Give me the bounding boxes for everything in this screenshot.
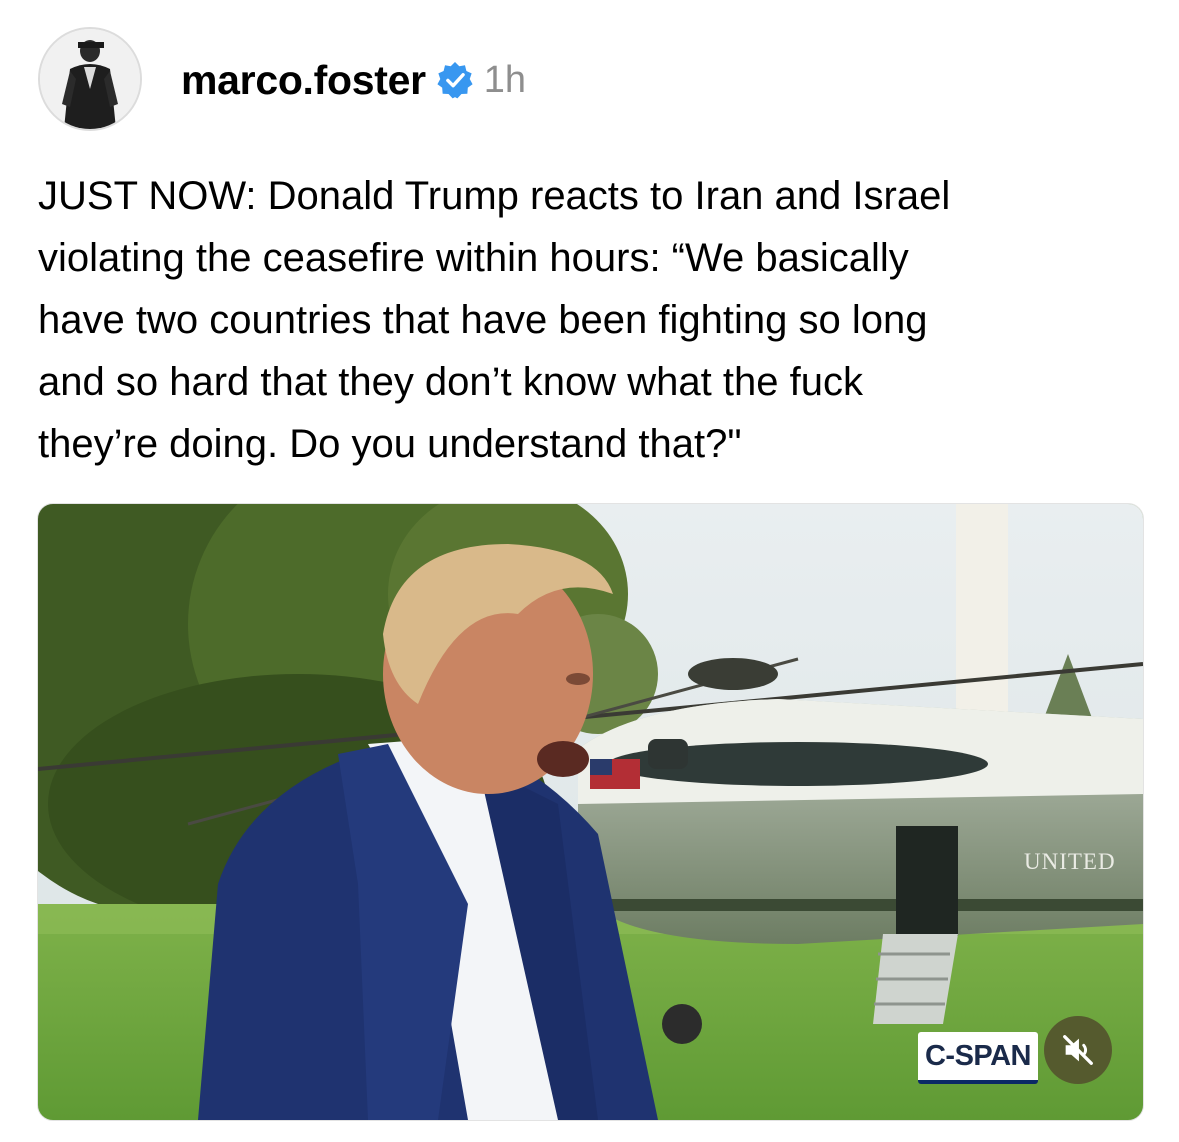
- post-header: marco.foster 1h: [181, 56, 526, 104]
- post-video[interactable]: UNITED C-SPAN: [37, 503, 1144, 1121]
- video-frame: [38, 504, 1143, 1120]
- post-timestamp: 1h: [483, 59, 527, 101]
- profile-photo: [40, 29, 140, 129]
- mute-toggle-button[interactable]: [1044, 1016, 1112, 1084]
- post-caption: JUST NOW: Donald Trump reacts to Iran an…: [38, 174, 951, 466]
- broadcaster-watermark: C-SPAN: [918, 1032, 1038, 1084]
- aircraft-label: UNITED: [1024, 849, 1116, 874]
- speaker-muted-icon: [1063, 1035, 1093, 1065]
- avatar[interactable]: [38, 27, 142, 131]
- username[interactable]: marco.foster: [181, 56, 426, 104]
- verified-badge-icon: [436, 61, 474, 99]
